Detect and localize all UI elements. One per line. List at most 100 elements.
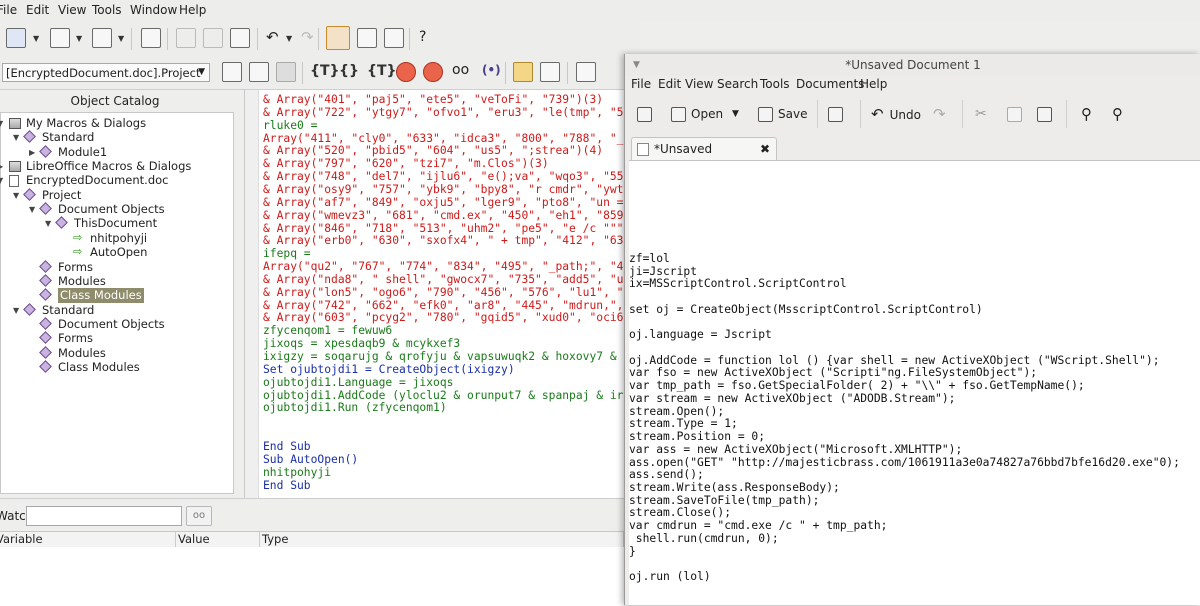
expander-closed-icon[interactable]: ▶	[29, 145, 35, 160]
document-tab[interactable]: *Unsaved Document 1 ✖	[631, 137, 777, 178]
print-button[interactable]	[828, 104, 848, 124]
catalog-item[interactable]: EncryptedDocument.doc	[26, 173, 169, 188]
breakpoint-gutter[interactable]	[245, 90, 259, 498]
expander-open-icon[interactable]: ▼	[29, 202, 35, 217]
menu-file[interactable]: File	[0, 3, 17, 17]
undo-icon[interactable]: ↶	[266, 28, 279, 46]
replace-button[interactable]: ⚲	[1112, 104, 1123, 124]
cut-button[interactable]: ✂	[975, 104, 987, 124]
new-icon[interactable]	[50, 28, 70, 48]
menu-view[interactable]: View	[58, 3, 86, 17]
catalog-item[interactable]: Modules	[58, 346, 106, 361]
expander-open-icon[interactable]: ▼	[0, 173, 3, 188]
chevron-down-icon[interactable]: ▼	[118, 34, 124, 43]
brackets-icon[interactable]: (•)	[482, 63, 501, 77]
paste-button[interactable]	[1037, 104, 1057, 124]
catalog-item[interactable]: Class Modules	[58, 360, 140, 375]
help-icon[interactable]: ?	[419, 29, 426, 45]
editor-menu-documents[interactable]: Documents	[796, 77, 864, 91]
editor-text-area[interactable]: zf=lol ji=Jscript ix=MSScriptControl.Scrip…	[629, 160, 1200, 605]
copy-icon[interactable]	[203, 28, 223, 48]
column-header-variable[interactable]: Variable	[0, 532, 176, 547]
manage-breakpoints-icon[interactable]	[423, 62, 443, 82]
basic-ide-icon[interactable]	[6, 28, 26, 48]
expander-closed-icon[interactable]: ▶	[0, 159, 3, 174]
expander-open-icon[interactable]: ▼	[13, 188, 19, 203]
open-folder-icon[interactable]	[513, 62, 533, 82]
save-icon[interactable]	[92, 28, 112, 48]
expander-open-icon[interactable]: ▼	[0, 116, 3, 131]
library-icon	[9, 161, 21, 173]
slideshow-icon[interactable]	[357, 28, 377, 48]
new-document-icon	[637, 107, 652, 122]
breakpoint-icon[interactable]	[396, 62, 416, 82]
new-document-button[interactable]	[637, 104, 657, 124]
catalog-item[interactable]: Standard	[42, 303, 94, 318]
editor-menu-file[interactable]: File	[631, 77, 651, 91]
open-button[interactable]: Open	[671, 104, 723, 124]
basic-code-editor[interactable]: & Array("401", "paj5", "ete5", "veToFi",…	[244, 90, 624, 498]
code-line: ixigzy = soqarujg & qrofyju & vapsuwuqk2…	[263, 350, 624, 363]
compile-icon[interactable]	[222, 62, 242, 82]
menu-window[interactable]: Window	[130, 3, 177, 17]
chevron-down-icon[interactable]: ▼	[33, 34, 39, 43]
catalog-item[interactable]: Forms	[58, 331, 93, 346]
paste-icon[interactable]	[230, 28, 250, 48]
stop-icon[interactable]	[276, 62, 296, 82]
chevron-down-icon[interactable]: ▼	[732, 104, 739, 124]
watch-glasses-icon[interactable]: oo	[452, 62, 469, 78]
expander-open-icon[interactable]: ▼	[13, 303, 19, 318]
editor-menu-tools[interactable]: Tools	[760, 77, 790, 91]
open-icon	[671, 107, 686, 122]
menu-edit[interactable]: Edit	[26, 3, 49, 17]
run-icon[interactable]	[249, 62, 269, 82]
cut-icon[interactable]	[176, 28, 196, 48]
catalog-item[interactable]: ThisDocument	[74, 216, 157, 231]
step-into-icon[interactable]: {T}	[310, 63, 339, 79]
expander-open-icon[interactable]: ▼	[13, 130, 19, 145]
editor-menu-edit[interactable]: Edit	[658, 77, 681, 91]
chevron-down-icon[interactable]: ▼	[286, 34, 292, 43]
save-button[interactable]: Save	[758, 104, 807, 124]
editor-menu-search[interactable]: Search	[717, 77, 758, 91]
library-selector[interactable]: [EncryptedDocument.doc].Project ▼	[2, 63, 210, 82]
catalog-item[interactable]: AutoOpen	[90, 245, 147, 260]
code-line: & Array("401", "paj5", "ete5", "veToFi",…	[263, 93, 604, 106]
catalog-item[interactable]: nhitpohyji	[90, 231, 147, 246]
watch-input[interactable]	[26, 506, 182, 526]
export-icon[interactable]	[576, 62, 596, 82]
catalog-item[interactable]: Class Modules	[58, 288, 144, 304]
close-icon[interactable]: ✖	[760, 138, 770, 160]
editor-menu-help[interactable]: Help	[860, 77, 887, 91]
catalog-item[interactable]: LibreOffice Macros & Dialogs	[26, 159, 191, 174]
window-titlebar[interactable]: ▼ *Unsaved Document 1	[625, 54, 1200, 76]
redo-button[interactable]: ↷	[933, 104, 946, 124]
catalog-item[interactable]: Project	[42, 188, 81, 203]
menu-tools[interactable]: Tools	[92, 3, 122, 17]
step-out-icon[interactable]: {T}	[367, 63, 396, 79]
shapes-icon[interactable]	[326, 26, 350, 50]
menu-help[interactable]: Help	[179, 3, 206, 17]
print-icon[interactable]	[141, 28, 161, 48]
column-header-type[interactable]: Type	[260, 532, 624, 547]
window-menu-icon[interactable]: ▼	[633, 54, 640, 76]
catalog-item[interactable]: My Macros & Dialogs	[26, 116, 146, 131]
catalog-item[interactable]: Standard	[42, 130, 94, 145]
copy-button[interactable]	[1007, 104, 1027, 124]
catalog-item[interactable]: Module1	[58, 145, 107, 160]
catalog-item[interactable]: Document Objects	[58, 202, 165, 217]
catalog-item[interactable]: Modules	[58, 274, 106, 289]
catalog-item[interactable]: Forms	[58, 260, 93, 275]
catalog-item[interactable]: Document Objects	[58, 317, 165, 332]
watch-glasses-icon[interactable]: oo	[186, 506, 212, 526]
undo-button[interactable]: ↶ Undo	[871, 104, 921, 124]
save-source-icon[interactable]	[540, 62, 560, 82]
step-over-icon[interactable]: {}	[339, 63, 359, 79]
column-header-value[interactable]: Value	[176, 532, 260, 547]
expander-open-icon[interactable]: ▼	[45, 216, 51, 231]
chevron-down-icon[interactable]: ▼	[76, 34, 82, 43]
editor-menu-view[interactable]: View	[685, 77, 713, 91]
find-button[interactable]: ⚲	[1081, 104, 1092, 124]
navigator-icon[interactable]	[384, 28, 404, 48]
redo-icon[interactable]: ↷	[301, 28, 314, 46]
